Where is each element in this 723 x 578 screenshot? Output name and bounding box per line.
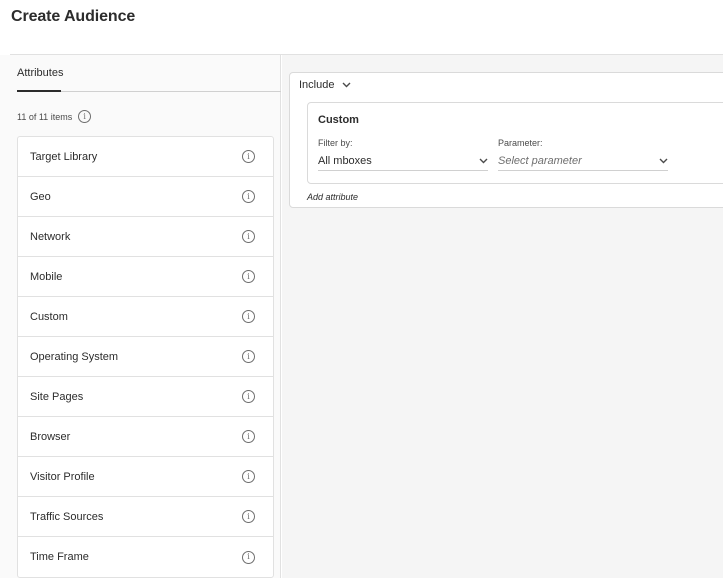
attribute-item-visitor-profile[interactable]: Visitor Profile i (18, 457, 273, 497)
info-icon[interactable]: i (242, 190, 255, 203)
info-icon[interactable]: i (78, 110, 92, 123)
attribute-item-time-frame[interactable]: Time Frame i (18, 537, 273, 577)
include-dropdown[interactable]: Include (299, 79, 351, 91)
attribute-label: Time Frame (30, 551, 89, 563)
attribute-label: Visitor Profile (30, 470, 95, 483)
attribute-item-site-pages[interactable]: Site Pages i (18, 377, 273, 417)
attribute-list: Target Library i Geo i Network i Mobile … (17, 136, 274, 578)
item-count: 11 of 11 items (17, 111, 73, 122)
parameter-placeholder: Select parameter (498, 154, 582, 167)
info-icon[interactable]: i (242, 470, 255, 483)
attribute-label: Site Pages (30, 390, 84, 403)
attribute-label: Geo (30, 190, 51, 203)
info-icon[interactable]: i (242, 230, 255, 243)
attribute-label: Browser (30, 430, 71, 443)
attribute-label: Operating System (30, 350, 119, 363)
attribute-item-operating-system[interactable]: Operating System i (18, 337, 273, 377)
filter-by-picker[interactable]: All mboxes (318, 151, 488, 171)
page-title: Create Audience (11, 8, 136, 25)
item-count-row: 11 of 11 items i (17, 110, 92, 123)
attribute-label: Mobile (30, 270, 63, 283)
info-icon[interactable]: i (242, 430, 255, 443)
chevron-down-icon (659, 158, 668, 163)
attribute-item-custom[interactable]: Custom i (18, 297, 273, 337)
parameter-label: Parameter: (498, 138, 543, 148)
rule-builder-canvas: Include Custom Filter by: All mboxes Par… (282, 55, 723, 578)
attribute-item-target-library[interactable]: Target Library i (18, 137, 273, 177)
filter-by-value: All mboxes (318, 154, 372, 167)
attribute-label: Custom (30, 310, 68, 323)
info-icon[interactable]: i (242, 550, 255, 564)
info-icon[interactable]: i (242, 270, 255, 283)
include-label: Include (299, 79, 335, 91)
parameter-picker[interactable]: Select parameter (498, 151, 668, 171)
attribute-label: Traffic Sources (30, 510, 104, 523)
info-icon[interactable]: i (242, 510, 255, 523)
filter-by-label: Filter by: (318, 138, 353, 148)
add-attribute-link[interactable]: Add attribute (307, 192, 358, 202)
attribute-label: Network (30, 230, 71, 243)
condition-title: Custom (318, 114, 359, 126)
attribute-item-traffic-sources[interactable]: Traffic Sources i (18, 497, 273, 537)
info-icon[interactable]: i (242, 150, 255, 163)
info-icon[interactable]: i (242, 390, 255, 403)
chevron-down-icon (479, 158, 488, 163)
tab-attributes[interactable]: Attributes (17, 67, 63, 79)
attribute-label: Target Library (30, 150, 98, 163)
attribute-item-network[interactable]: Network i (18, 217, 273, 257)
attribute-item-browser[interactable]: Browser i (18, 417, 273, 457)
attribute-item-geo[interactable]: Geo i (18, 177, 273, 217)
chevron-down-icon (342, 82, 351, 88)
attributes-panel: Attributes 11 of 11 items i Target Libra… (0, 55, 281, 578)
info-icon[interactable]: i (242, 310, 255, 323)
attribute-item-mobile[interactable]: Mobile i (18, 257, 273, 297)
tab-active-indicator (17, 90, 61, 92)
info-icon[interactable]: i (242, 350, 255, 363)
custom-condition-box: Custom Filter by: All mboxes Parameter: … (307, 102, 723, 184)
